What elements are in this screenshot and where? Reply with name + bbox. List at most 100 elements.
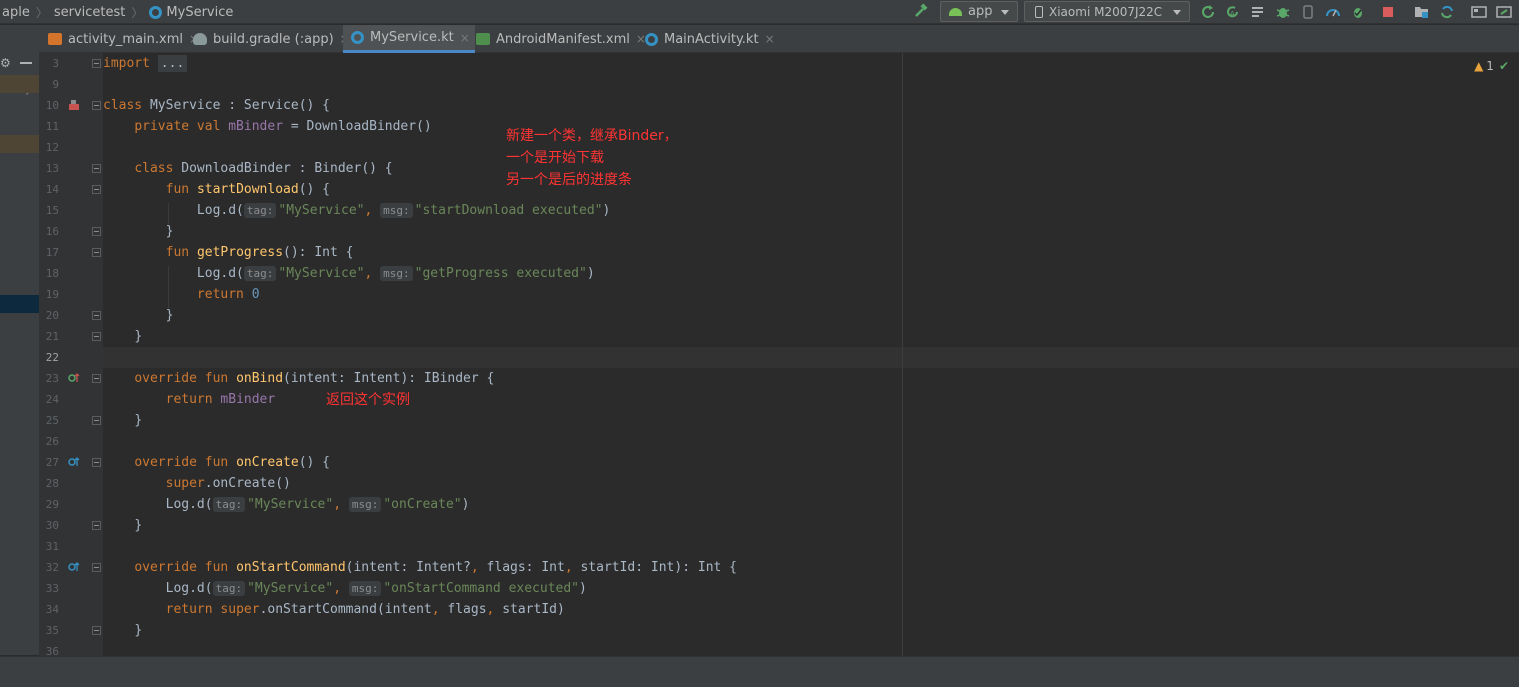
fold-marker-icon[interactable]	[92, 185, 101, 194]
code-line: Log.d(tag: "MyService", msg: "onStartComma…	[103, 578, 587, 599]
device-select[interactable]: Xiaomi M2007J22C	[1024, 1, 1190, 22]
fold-marker-icon[interactable]	[92, 374, 101, 383]
code-token: Log.d(	[196, 203, 244, 218]
project-tree-selected-row[interactable]	[0, 295, 39, 313]
editor-tab-bar: activity_main.xml × build.gradle (:app) …	[39, 25, 1519, 53]
code-token: flags	[439, 602, 487, 617]
class-name: DownloadBinder	[181, 161, 291, 176]
breadcrumb-module[interactable]: servicetest	[52, 5, 128, 20]
code-line: fun getProgress(): Int {	[103, 242, 354, 263]
line-number: 16	[45, 225, 59, 238]
fold-marker-icon[interactable]	[92, 164, 101, 173]
code-token: =	[283, 119, 307, 134]
editor-gutter[interactable]: 3 9 10 11 12 13 14 15 16 17 18 19 20 21 …	[39, 53, 103, 658]
attach-debugger-icon[interactable]	[1299, 3, 1317, 21]
stop-icon[interactable]	[1379, 3, 1397, 21]
breadcrumb-project[interactable]: aple	[0, 5, 32, 20]
coverage-icon[interactable]	[1349, 3, 1367, 21]
minimize-icon[interactable]	[20, 62, 32, 64]
project-tree-highlight	[0, 75, 39, 93]
profile-icon[interactable]	[1324, 3, 1342, 21]
folded-imports[interactable]: ...	[157, 55, 188, 72]
code-line: fun startDownload() {	[103, 179, 330, 200]
line-number: 27	[45, 456, 59, 469]
kotlin-file-icon	[645, 32, 658, 46]
breadcrumb: aple 〉 servicetest 〉 MyService	[0, 0, 235, 24]
fold-marker-icon[interactable]	[92, 101, 101, 110]
gradle-file-icon	[193, 33, 207, 45]
fold-marker-icon[interactable]	[92, 458, 101, 467]
fold-marker-icon[interactable]	[92, 248, 101, 257]
run-configuration-select[interactable]: app	[940, 1, 1018, 22]
line-number: 14	[45, 183, 59, 196]
avd-manager-icon[interactable]	[1495, 3, 1513, 21]
tab-main-activity-kt[interactable]: MainActivity.kt ×	[645, 25, 775, 53]
fold-marker-icon[interactable]	[92, 59, 101, 68]
keyword: fun	[204, 371, 229, 386]
fold-marker-icon[interactable]	[92, 563, 101, 572]
parameter-hint: tag:	[212, 581, 246, 596]
xml-file-icon	[48, 33, 62, 45]
code-line: Log.d(tag: "MyService", msg: "onCreate")	[103, 494, 469, 515]
debug-icon[interactable]	[1274, 3, 1292, 21]
project-structure-icon[interactable]	[1413, 3, 1431, 21]
chevron-right-icon: 〉	[35, 5, 48, 20]
override-method-icon[interactable]	[68, 561, 80, 573]
implemented-class-icon[interactable]	[68, 99, 80, 111]
keyword: override	[134, 560, 197, 575]
fold-marker-icon[interactable]	[92, 626, 101, 635]
fold-marker-icon[interactable]	[92, 416, 101, 425]
code-line: private val mBinder = DownloadBinder()	[103, 116, 431, 137]
code-token: (intent: Intent): IBinder {	[283, 371, 495, 386]
line-number: 3	[52, 57, 59, 70]
breadcrumb-file[interactable]: MyService	[147, 5, 235, 20]
close-icon[interactable]: ×	[460, 31, 470, 45]
inspection-widget[interactable]: ▲ 1 ✔	[1474, 59, 1509, 73]
tab-activity-main-xml[interactable]: activity_main.xml ×	[48, 25, 199, 53]
tab-build-gradle[interactable]: build.gradle (:app) ×	[193, 25, 350, 53]
gear-icon[interactable]: ⚙	[0, 56, 11, 70]
code-editor[interactable]: ▲ 1 ✔ import ... class MyService : Servi…	[103, 53, 1519, 656]
line-number: 11	[45, 120, 59, 133]
fold-marker-icon[interactable]	[92, 332, 101, 341]
parameter-hint: tag:	[243, 203, 277, 218]
keyword: override	[134, 371, 197, 386]
keyword: private val	[134, 119, 221, 134]
close-icon[interactable]: ×	[765, 32, 775, 46]
override-method-icon[interactable]	[68, 456, 80, 468]
function-name: startDownload	[196, 182, 299, 197]
warning-count: 1	[1486, 59, 1494, 73]
device-label: Xiaomi M2007J22C	[1049, 4, 1163, 19]
code-token: Service	[243, 98, 299, 113]
code-token: startId)	[494, 602, 565, 617]
parameter-hint: msg:	[380, 266, 413, 281]
code-token: :	[220, 98, 244, 113]
code-token: .onStartCommand(intent	[259, 602, 432, 617]
code-token: () {	[298, 455, 331, 470]
function-name: getProgress	[196, 245, 284, 260]
code-line: return 0	[103, 284, 260, 305]
fold-marker-icon[interactable]	[92, 311, 101, 320]
code-token: }	[134, 518, 143, 533]
project-panel-strip: ⚙ oProje	[0, 25, 39, 655]
fold-marker-icon[interactable]	[92, 521, 101, 530]
fold-marker-icon[interactable]	[92, 227, 101, 236]
tab-myservice-kt[interactable]: MyService.kt ×	[343, 25, 475, 53]
warning-icon: ▲	[1474, 59, 1484, 73]
chevron-right-icon: 〉	[131, 5, 144, 20]
kotlin-file-icon	[351, 31, 364, 44]
rerun-icon[interactable]	[1199, 3, 1217, 21]
function-name: onCreate	[236, 455, 299, 470]
keyword: return	[196, 287, 244, 302]
sync-icon[interactable]	[1438, 3, 1456, 21]
override-method-icon[interactable]	[68, 372, 80, 384]
keyword: super	[165, 476, 205, 491]
apply-changes-icon[interactable]: A	[1224, 3, 1242, 21]
apply-code-changes-icon[interactable]	[1249, 3, 1267, 21]
keyword: import	[103, 56, 150, 71]
class-name: MyService	[149, 98, 221, 113]
tab-android-manifest[interactable]: AndroidManifest.xml ×	[476, 25, 646, 53]
layout-icon[interactable]	[1470, 3, 1488, 21]
tab-label: activity_main.xml	[68, 31, 184, 47]
hammer-icon[interactable]	[912, 3, 930, 21]
